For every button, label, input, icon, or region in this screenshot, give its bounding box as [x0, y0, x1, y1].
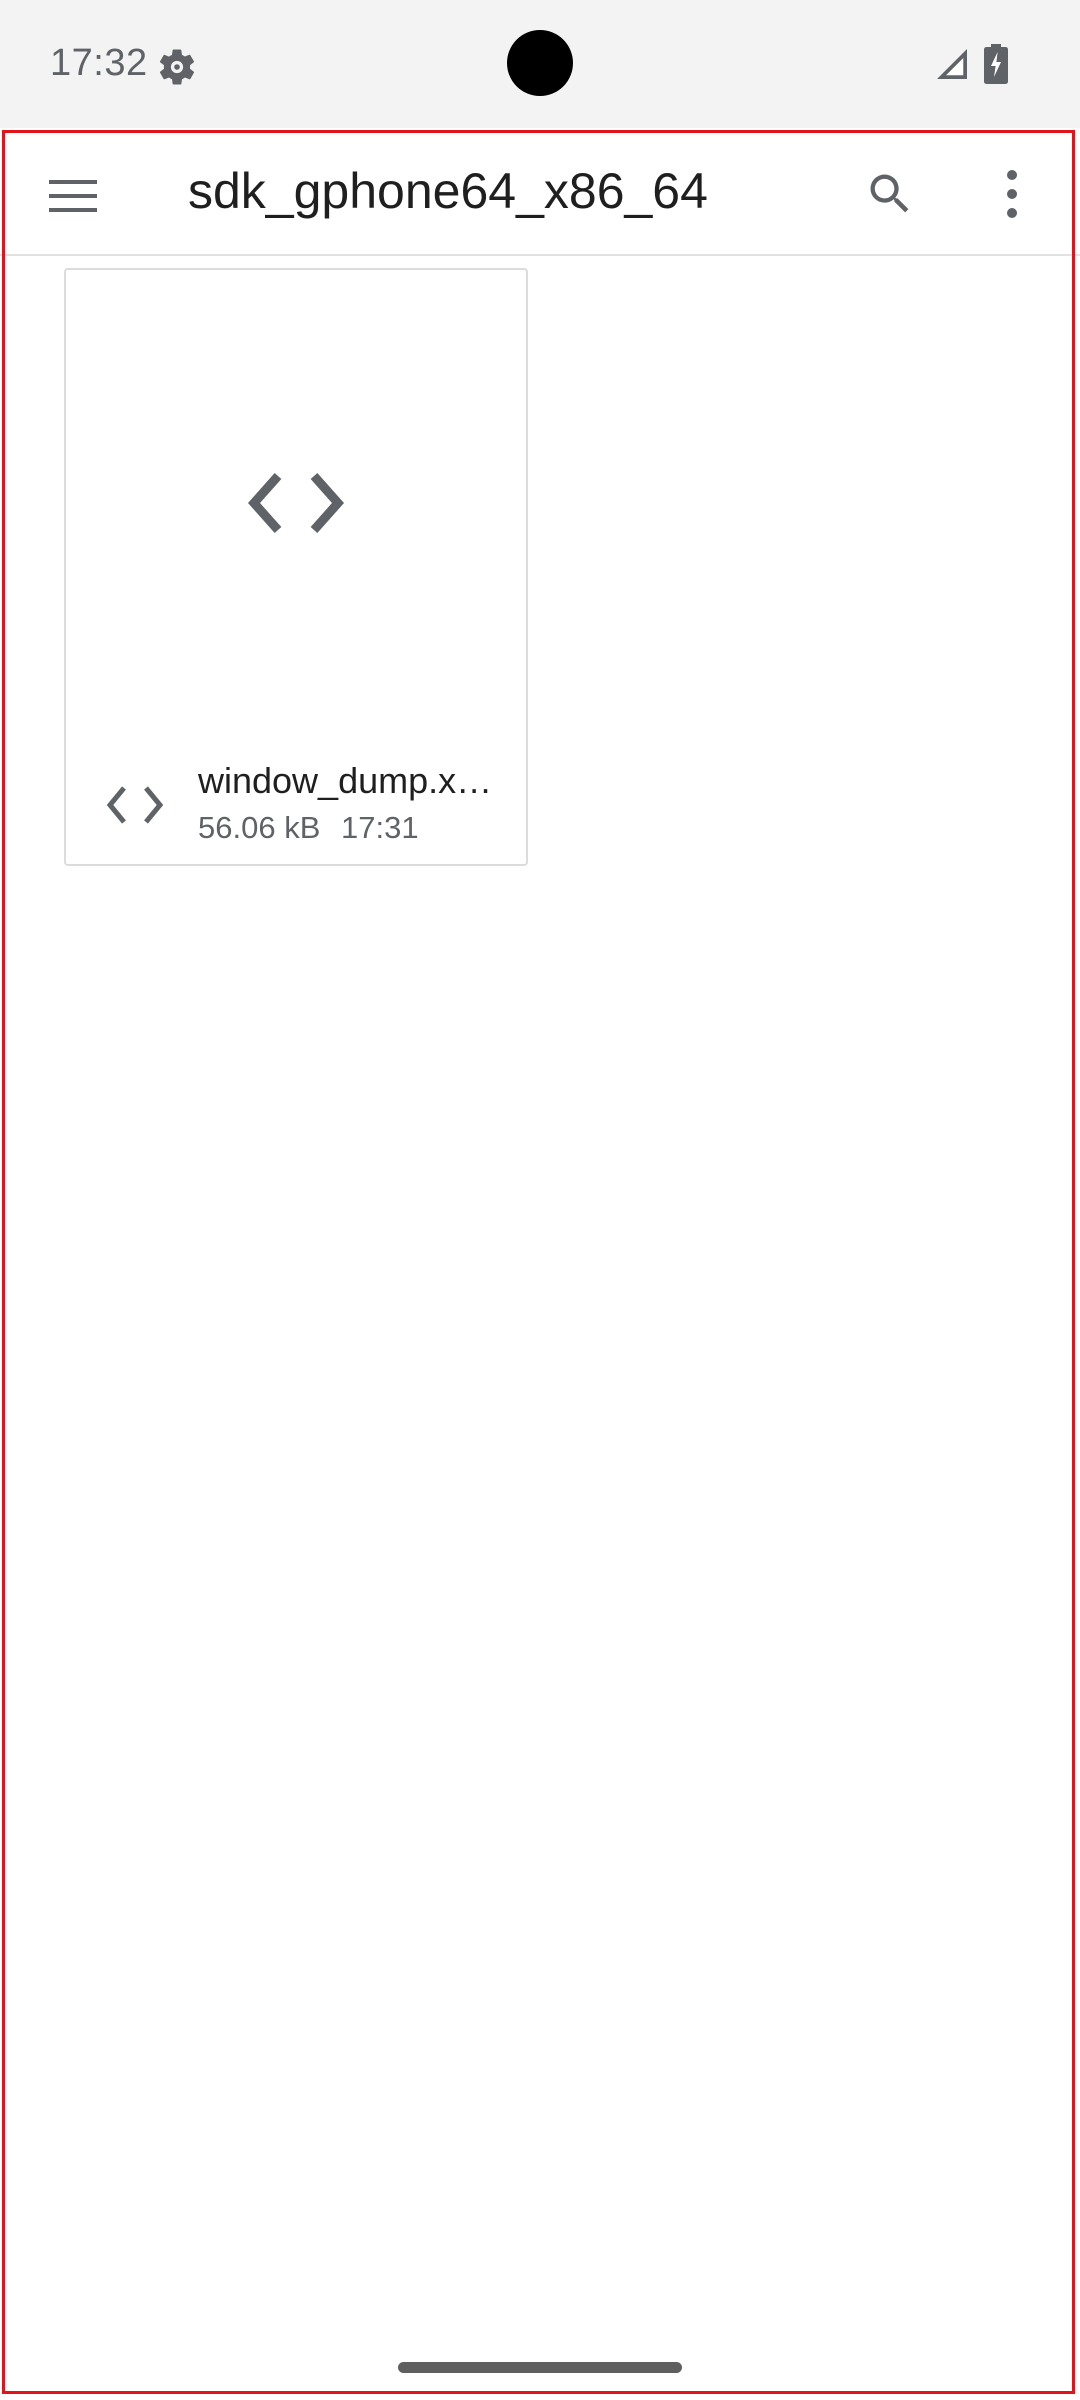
page-title: sdk_gphone64_x86_64: [188, 163, 708, 219]
cell-signal-icon: [937, 49, 967, 79]
file-name: window_dump.x…: [198, 760, 493, 801]
hamburger-menu-icon: [49, 180, 97, 212]
gesture-nav-handle[interactable]: [398, 2362, 682, 2373]
code-file-icon: [106, 786, 164, 824]
file-meta: 56.06 kB 17:31: [198, 810, 419, 846]
camera-cutout: [507, 30, 573, 96]
status-bar: 17:32: [0, 0, 1080, 128]
more-options-button[interactable]: [976, 158, 1048, 230]
search-button[interactable]: [854, 158, 926, 230]
search-icon: [870, 174, 909, 213]
status-time: 17:32: [50, 42, 148, 84]
settings-gear-icon: [159, 49, 195, 85]
app-bar: sdk_gphone64_x86_64: [0, 130, 1080, 256]
file-card[interactable]: window_dump.x… 56.06 kB 17:31: [64, 268, 528, 866]
code-file-thumbnail-icon: [248, 473, 344, 533]
more-vert-icon: [1007, 170, 1017, 218]
file-time: 17:31: [341, 810, 419, 845]
battery-charging-icon: [984, 44, 1008, 84]
menu-button[interactable]: [38, 160, 110, 232]
screen: 17:32 sdk_gphone64_x86_64 window_dump.x……: [0, 0, 1080, 2400]
file-size: 56.06 kB: [198, 810, 321, 845]
